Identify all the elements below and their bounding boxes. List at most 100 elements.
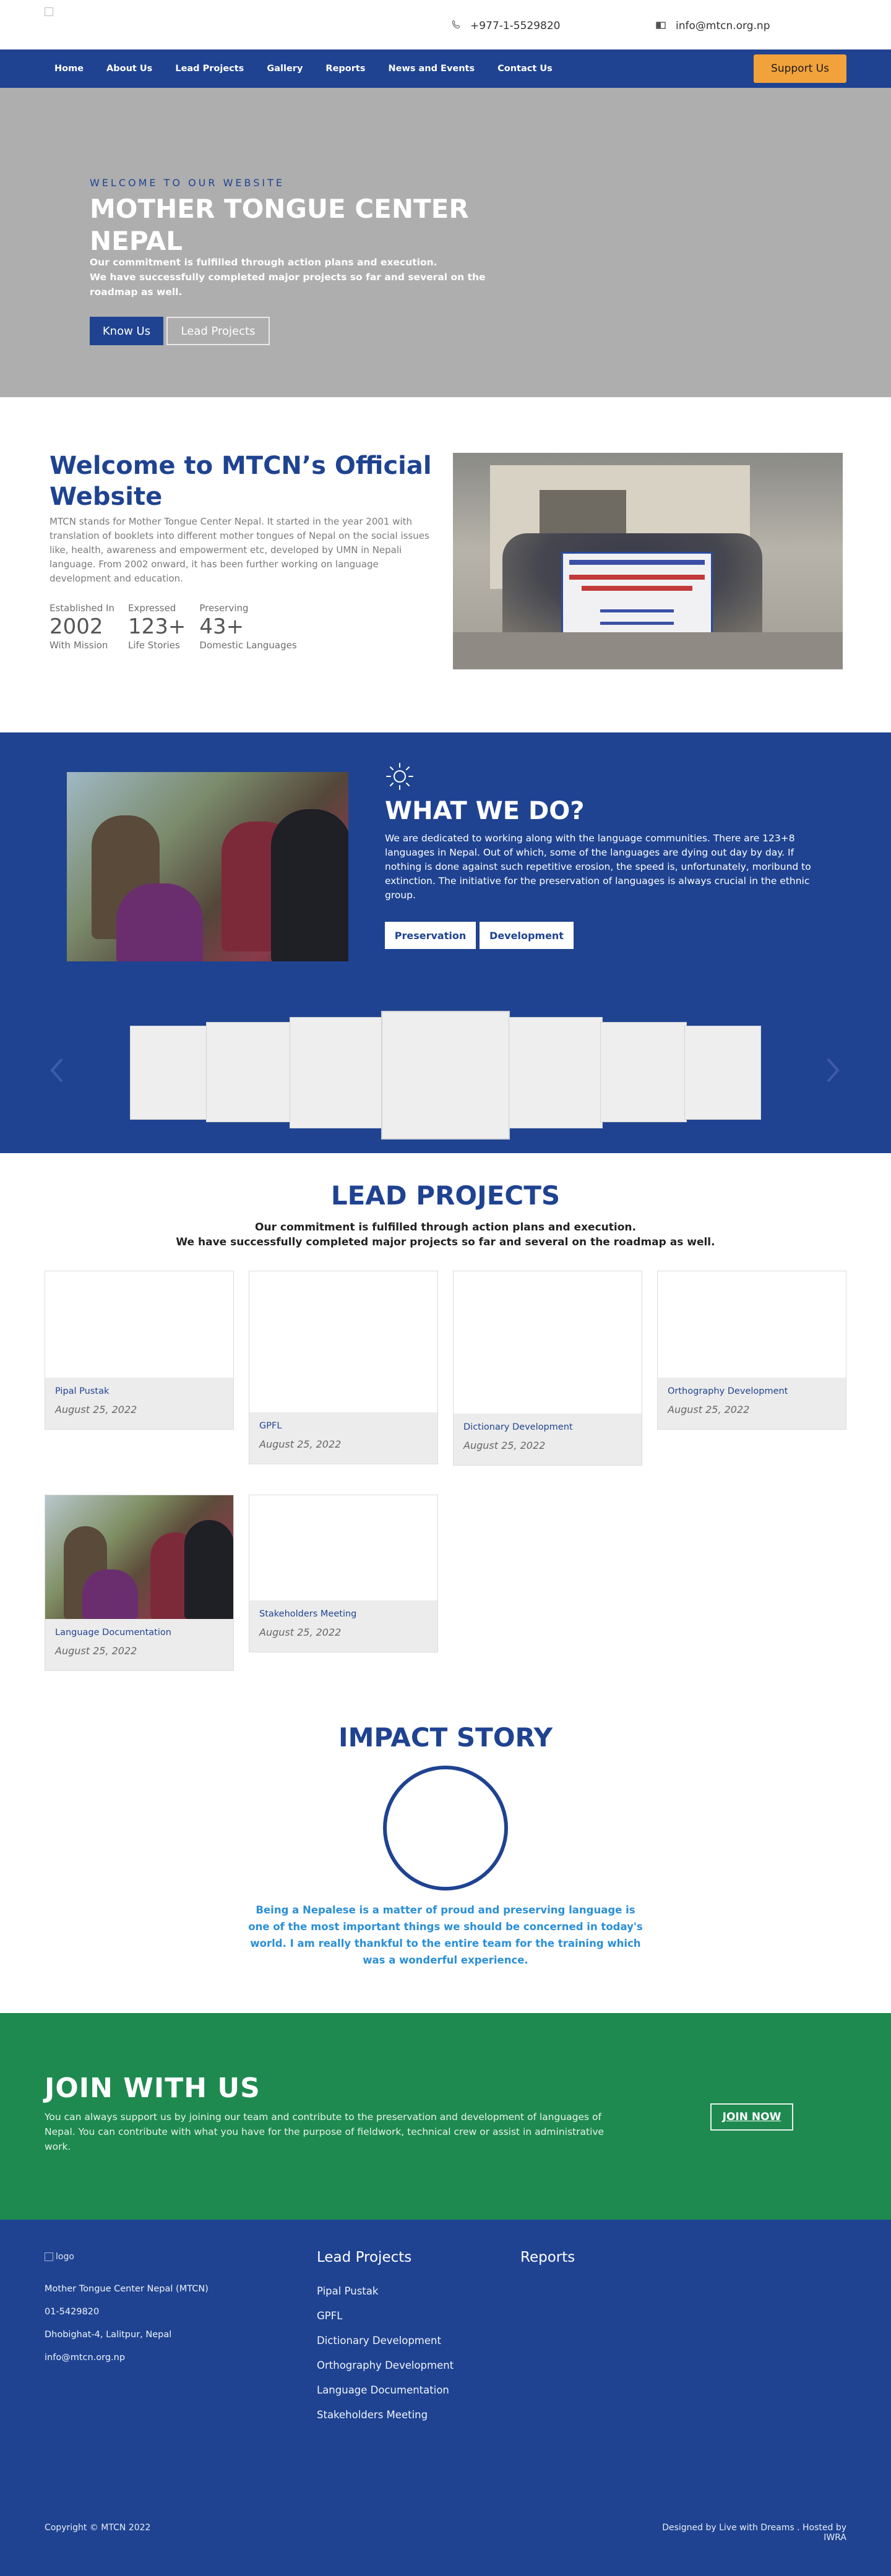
project-card[interactable]: Orthography Development August 25, 2022 (657, 1271, 846, 1430)
sun-icon (384, 761, 415, 792)
what-we-do-title: WHAT WE DO? (385, 797, 585, 825)
development-button[interactable]: Development (480, 922, 574, 949)
hero-lead-line-2: We have successfully completed major pro… (90, 272, 486, 298)
footer-org-name: Mother Tongue Center Nepal (MTCN) (45, 2284, 209, 2294)
nav-item-news-and-events[interactable]: News and Events (388, 64, 475, 74)
welcome-stats: Established In 2002 With Mission Expressed 1… (50, 603, 311, 651)
project-date: August 25, 2022 (259, 1626, 342, 1638)
stat-value: 2002 (50, 614, 103, 639)
nav-item-home[interactable]: Home (54, 64, 84, 74)
project-info: GPFL August 25, 2022 (249, 1412, 437, 1464)
carousel-card[interactable] (206, 1022, 293, 1122)
project-info: Pipal Pustak August 25, 2022 (45, 1378, 233, 1429)
footer-project-links: Pipal Pustak GPFL Dictionary Development Or… (317, 2284, 459, 2432)
carousel-card[interactable] (130, 1026, 207, 1120)
project-title[interactable]: GPFL (259, 1421, 428, 1431)
join-section: JOIN WITH US You can always support us b… (0, 2013, 891, 2220)
footer-phone[interactable]: 01-5429820 (45, 2307, 99, 2317)
footer-link-language-documentation[interactable]: Language Documentation (317, 2383, 459, 2397)
project-title[interactable]: Dictionary Development (463, 1422, 632, 1432)
project-card[interactable]: Stakeholders Meeting August 25, 2022 (249, 1495, 438, 1652)
project-card[interactable]: Language Documentation August 25, 2022 (45, 1495, 234, 1671)
project-thumbnail (658, 1271, 846, 1378)
photo-banner (561, 552, 713, 645)
project-title[interactable]: Stakeholders Meeting (259, 1609, 428, 1619)
footer-email[interactable]: info@mtcn.org.np (45, 2353, 125, 2363)
project-card[interactable]: Pipal Pustak August 25, 2022 (45, 1271, 234, 1430)
project-card[interactable]: GPFL August 25, 2022 (249, 1271, 438, 1464)
preservation-button[interactable]: Preservation (385, 922, 476, 949)
nav-item-lead-projects[interactable]: Lead Projects (175, 64, 244, 74)
project-info: Dictionary Development August 25, 2022 (454, 1414, 642, 1465)
stat-subtitle: Domestic Languages (199, 640, 297, 651)
project-date: August 25, 2022 (668, 1404, 750, 1415)
nav-item-contact-us[interactable]: Contact Us (497, 64, 553, 74)
impact-quote: Being a Nepalese is a matter of proud an… (248, 1904, 643, 1966)
project-card[interactable]: Dictionary Development August 25, 2022 (453, 1271, 642, 1466)
footer-link-gpfl[interactable]: GPFL (317, 2309, 459, 2323)
carousel-card[interactable] (684, 1026, 761, 1120)
site-logo[interactable] (45, 7, 53, 16)
footer-link-orthography-development[interactable]: Orthography Development (317, 2358, 459, 2372)
header-phone[interactable]: +977-1-5529820 (452, 20, 561, 32)
lead-projects-subtitle-line-2: We have successfully completed major pro… (176, 1236, 715, 1248)
carousel-card[interactable] (290, 1017, 384, 1128)
welcome-section: Welcome to MTCN’s Official Website MTCN … (0, 397, 891, 732)
project-thumbnail (45, 1271, 233, 1378)
nav-list: Home About Us Lead Projects Gallery Reports N… (54, 49, 575, 88)
stat-value: 123+ (128, 614, 186, 639)
footer-link-pipal-pustak[interactable]: Pipal Pustak (317, 2284, 459, 2298)
project-date: August 25, 2022 (55, 1404, 137, 1415)
nav-item-about-us[interactable]: About Us (106, 64, 152, 74)
project-date: August 25, 2022 (463, 1440, 546, 1451)
broken-image-icon (45, 2252, 53, 2261)
footer-credits: Designed by Live with Dreams . Hosted by… (662, 2523, 846, 2543)
stat-item: Preserving 43+ Domestic Languages (199, 603, 296, 651)
group-photo (453, 453, 843, 669)
carousel-prev-icon[interactable] (45, 1052, 69, 1089)
join-title: JOIN WITH US (45, 2072, 260, 2104)
know-us-button[interactable]: Know Us (90, 317, 163, 345)
carousel-next-icon[interactable] (820, 1052, 845, 1089)
join-now-button[interactable]: JOIN NOW (710, 2103, 793, 2131)
stat-subtitle: Life Stories (128, 640, 180, 651)
what-we-do-section: WHAT WE DO? We are dedicated to working … (0, 732, 891, 1153)
carousel-card[interactable] (509, 1017, 603, 1128)
impact-avatar (383, 1766, 508, 1891)
banner-text-line (569, 575, 705, 580)
carousel-card-active[interactable] (381, 1011, 510, 1140)
top-bar: +977-1-5529820 info@mtcn.org.np (0, 0, 891, 49)
header-phone-text: +977-1-5529820 (470, 20, 561, 32)
project-title[interactable]: Pipal Pustak (55, 1386, 223, 1396)
lead-projects-subtitle-line-1: Our commitment is fulfilled through acti… (255, 1221, 636, 1234)
nav-item-gallery[interactable]: Gallery (267, 64, 303, 74)
footer-lead-projects-heading: Lead Projects (317, 2249, 412, 2265)
header-email[interactable]: info@mtcn.org.np (656, 20, 770, 32)
support-us-button[interactable]: Support Us (754, 54, 846, 83)
lead-projects-button[interactable]: Lead Projects (166, 317, 270, 345)
photo-person (184, 1520, 233, 1619)
carousel-card[interactable] (600, 1022, 687, 1122)
stat-label: Preserving (199, 603, 249, 614)
envelope-icon (656, 20, 667, 32)
footer-link-stakeholders-meeting[interactable]: Stakeholders Meeting (317, 2408, 459, 2422)
impact-story-title: IMPACT STORY (338, 1722, 553, 1753)
project-info: Language Documentation August 25, 2022 (45, 1619, 233, 1670)
project-thumbnail (454, 1271, 642, 1414)
hero-title: MOTHER TONGUE CENTER NEPAL (90, 194, 469, 256)
project-title[interactable]: Orthography Development (668, 1386, 836, 1396)
copyright: Copyright © MTCN 2022 (45, 2523, 151, 2533)
banner-text-line (600, 622, 674, 625)
hero-kicker: WELCOME TO OUR WEBSITE (90, 177, 285, 189)
stat-label: Established In (50, 603, 114, 614)
photo-ground (453, 632, 843, 669)
footer-link-dictionary-development[interactable]: Dictionary Development (317, 2333, 459, 2348)
footer-logo[interactable]: logo (45, 2252, 74, 2262)
stat-value: 43+ (199, 614, 244, 639)
photo-person (271, 809, 348, 961)
hero-section: WELCOME TO OUR WEBSITE MOTHER TONGUE CEN… (0, 88, 891, 397)
impact-story-section: IMPACT STORY Being a Nepalese is a matte… (0, 1722, 891, 2013)
nav-item-reports[interactable]: Reports (325, 64, 365, 74)
project-title[interactable]: Language Documentation (55, 1628, 223, 1638)
project-date: August 25, 2022 (259, 1438, 342, 1450)
